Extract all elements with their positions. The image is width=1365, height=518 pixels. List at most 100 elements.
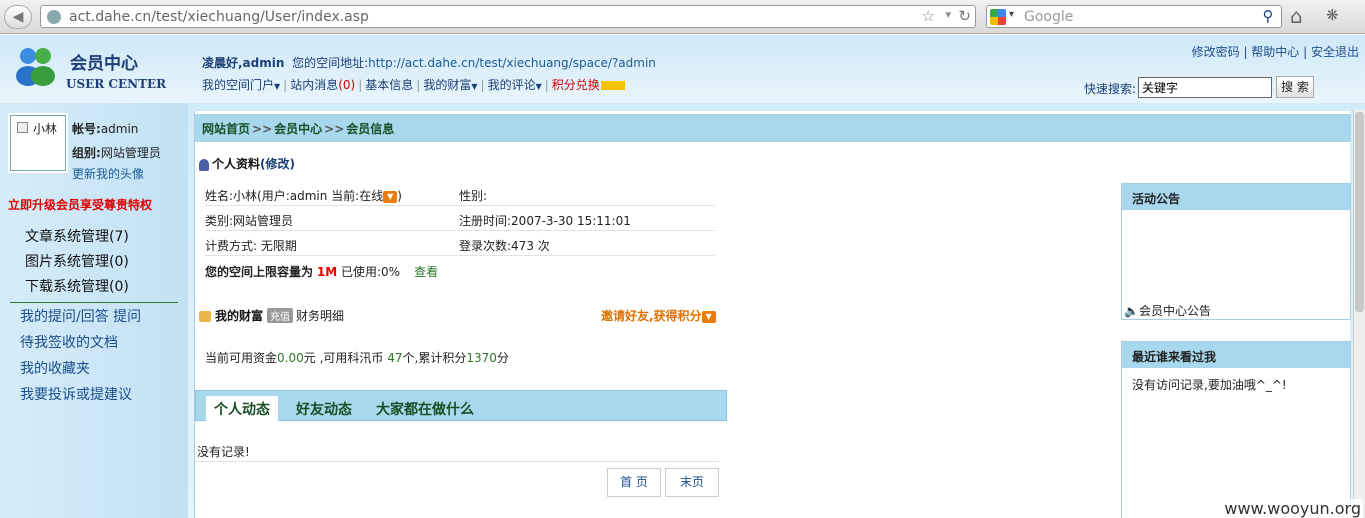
space-label: 您的空间地址: <box>292 56 369 70</box>
profile-row: 类别:网站管理员 注册时间:2007-3-30 15:11:01 <box>205 206 715 231</box>
notice-item: 会员中心公告 <box>1138 304 1211 318</box>
greeting: 凌晨好,admin 您的空间地址:http://act.dahe.cn/test… <box>202 54 656 71</box>
sidebar-item-complaints[interactable]: 我要投诉或提建议 <box>20 384 132 404</box>
site-header: 会员中心 USER CENTER 凌晨好,admin 您的空间地址:http:/… <box>0 35 1365 103</box>
quick-search-input[interactable] <box>1138 77 1272 98</box>
profile-edit-link[interactable]: (修改) <box>260 157 295 171</box>
empty-feed-text: 没有记录! <box>197 445 250 459</box>
visitors-panel: 最近谁来看过我 没有访问记录,要加油哦^_^! <box>1121 341 1351 518</box>
notice-title: 活动公告 <box>1122 184 1350 210</box>
nav-messages-label: 站内消息 <box>290 78 339 92</box>
profile-name: 姓名:小林(用户:admin 当前:在线 ▼) <box>205 187 402 204</box>
reload-icon[interactable]: ↻ <box>958 7 971 25</box>
main-nav: 我的空间门户▼ | 站内消息(0) | 基本信息 | 我的财富▼ | 我的评论▼ | 积分兑换 <box>202 76 625 93</box>
profile-heading: 个人资料(修改) <box>199 155 295 172</box>
search-button[interactable]: 搜 索 <box>1276 76 1314 98</box>
avatar[interactable]: 小林 <box>10 115 66 171</box>
status-dropdown-icon[interactable]: ▼ <box>383 190 398 203</box>
space-url-link[interactable]: http://act.dahe.cn/test/xiechuang/space/… <box>368 56 656 70</box>
funds-value: 0.00 <box>277 351 304 365</box>
profile-title: 个人资料 <box>212 157 261 171</box>
sidebar-item-documents[interactable]: 待我签收的文档 <box>20 332 118 352</box>
sidebar-item-favorites[interactable]: 我的收藏夹 <box>20 358 90 378</box>
google-engine-icon[interactable] <box>990 9 1006 25</box>
url-dropdown-icon[interactable]: ▾ <box>945 8 951 21</box>
help-center-link[interactable]: 帮助中心 <box>1251 45 1299 59</box>
first-page-button[interactable]: 首 页 <box>607 468 661 497</box>
user-icon <box>199 158 209 171</box>
coins-icon <box>199 311 211 322</box>
addon-bug-icon[interactable]: ❋ <box>1326 6 1339 24</box>
sidebar-item-images[interactable]: 图片系统管理(0) <box>25 251 129 271</box>
quota-used: 已使用:0% <box>340 265 401 279</box>
avatar-name: 小林 <box>33 122 58 136</box>
chevron-down-icon: ▼ <box>274 82 281 91</box>
nav-my-space[interactable]: 我的空间门户▼ <box>202 78 280 92</box>
funds-unit: 元 <box>303 351 316 365</box>
breadcrumb-home[interactable]: 网站首页 <box>202 122 250 136</box>
logo-title: 会员中心 <box>70 54 138 74</box>
funds-summary: 当前可用资金0.00元 ,可用科汛币 47个,累计积分1370分 <box>205 349 509 366</box>
points-value: 1370 <box>466 351 497 365</box>
vertical-scrollbar[interactable] <box>1353 110 1365 518</box>
account-label: 帐号: <box>72 122 101 136</box>
group-value: 网站管理员 <box>100 146 161 160</box>
greeting-text: 凌晨好,admin <box>202 56 285 70</box>
sidebar-item-articles[interactable]: 文章系统管理(7) <box>25 226 129 246</box>
update-avatar-link[interactable]: 更新我的头像 <box>72 165 144 182</box>
chevron-down-icon: ▼ <box>701 310 716 323</box>
nav-messages[interactable]: 站内消息(0) <box>290 78 355 92</box>
profile-row: 姓名:小林(用户:admin 当前:在线 ▼) 性别: <box>205 181 715 206</box>
nav-wealth[interactable]: 我的财富▼ <box>423 78 477 92</box>
sidebar-item-questions[interactable]: 我的提问/回答 提问 <box>20 306 141 326</box>
upgrade-link[interactable]: 立即升级会员享受尊贵特权 <box>8 196 152 213</box>
recharge-button[interactable]: 充值 <box>267 308 294 323</box>
engine-dropdown-icon[interactable]: ▾ <box>1009 9 1014 20</box>
nav-basic-info[interactable]: 基本信息 <box>365 78 413 92</box>
coins-value: 47 <box>387 351 403 365</box>
browser-toolbar: ◀ act.dahe.cn/test/xiechuang/User/index.… <box>0 0 1365 34</box>
profile-billing: 计费方式: 无限期 <box>205 239 297 253</box>
nav-points-exchange[interactable]: 积分兑换 <box>552 78 600 92</box>
breadcrumb-user-center[interactable]: 会员中心 <box>274 122 322 136</box>
account-info: 帐号:admin 组别:网站管理员 <box>72 117 161 165</box>
sidebar-item-downloads[interactable]: 下载系统管理(0) <box>25 276 129 296</box>
browser-search-bar[interactable]: ▾ Google ⚲ <box>986 5 1282 28</box>
site-globe-icon <box>47 10 61 24</box>
profile-row: 计费方式: 无限期 登录次数:473 次 <box>205 231 715 256</box>
back-arrow-icon: ◀ <box>12 9 24 25</box>
scrollbar-thumb[interactable] <box>1355 112 1364 312</box>
home-icon[interactable]: ⌂ <box>1290 4 1303 28</box>
finance-detail-link[interactable]: 财务明细 <box>296 309 344 323</box>
quota-view-link[interactable]: 查看 <box>414 265 438 279</box>
tab-personal[interactable]: 个人动态 <box>206 396 278 421</box>
quota-value: 1M <box>316 265 338 279</box>
search-icon[interactable]: ⚲ <box>1258 7 1278 26</box>
notice-marquee[interactable]: 🔈会员中心公告 <box>1124 302 1211 319</box>
change-password-link[interactable]: 修改密码 <box>1192 45 1240 59</box>
message-count: (0) <box>338 78 356 92</box>
quick-search-label: 快速搜索: <box>1084 82 1137 96</box>
nav-comments[interactable]: 我的评论▼ <box>488 78 542 92</box>
sidebar: 小林 帐号:admin 组别:网站管理员 更新我的头像 立即升级会员享受尊贵特权… <box>0 103 188 518</box>
group-label: 组别: <box>72 146 101 160</box>
nav-my-space-label: 我的空间门户 <box>202 78 275 92</box>
nav-wealth-label: 我的财富 <box>423 78 472 92</box>
url-text[interactable]: act.dahe.cn/test/xiechuang/User/index.as… <box>69 9 369 25</box>
bookmark-star-icon[interactable]: ☆ <box>922 7 935 25</box>
breadcrumb-separator: >> <box>252 122 273 136</box>
divider <box>195 461 719 462</box>
invite-friends-link[interactable]: 邀请好友,获得积分 ▼ <box>601 307 716 324</box>
logout-link[interactable]: 安全退出 <box>1311 45 1359 59</box>
browser-search-placeholder[interactable]: Google <box>1024 9 1073 25</box>
tab-everyone[interactable]: 大家都在做什么 <box>368 396 482 421</box>
tab-friends[interactable]: 好友动态 <box>288 396 360 421</box>
chevron-down-icon: ▼ <box>471 82 478 91</box>
back-button[interactable]: ◀ <box>4 5 32 29</box>
profile-login-count: 登录次数:473 次 <box>459 239 550 253</box>
address-bar[interactable]: act.dahe.cn/test/xiechuang/User/index.as… <box>40 5 976 28</box>
last-page-button[interactable]: 末页 <box>665 468 719 497</box>
visitors-title: 最近谁来看过我 <box>1122 342 1350 368</box>
profile-name-end: ) <box>397 189 402 203</box>
broken-image-icon <box>17 122 28 133</box>
